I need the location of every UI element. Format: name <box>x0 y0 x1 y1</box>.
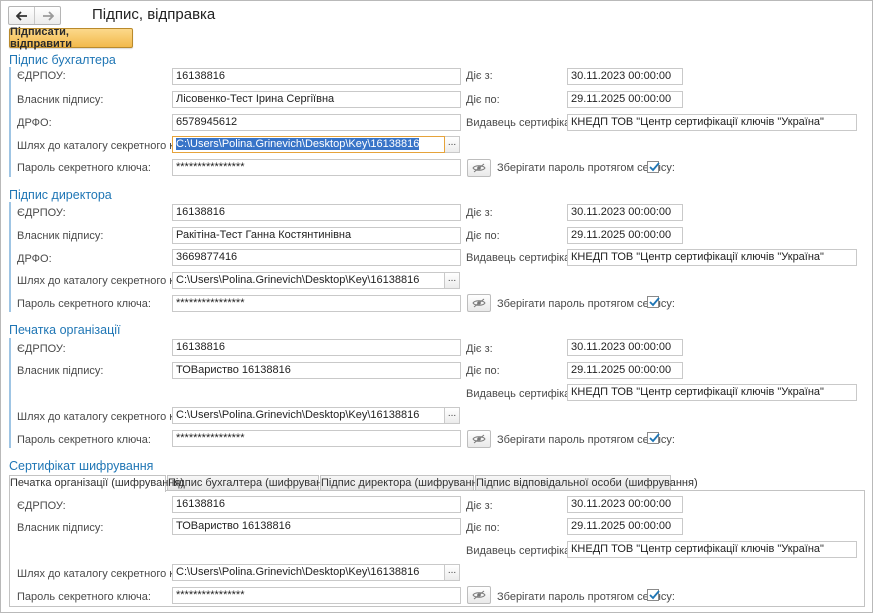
section-divider <box>9 338 11 448</box>
director-section-title: Підпис директора <box>9 188 112 202</box>
show-password-button[interactable] <box>467 159 491 177</box>
eye-hidden-icon <box>472 434 486 444</box>
save-password-checkbox[interactable] <box>647 589 660 601</box>
show-password-button[interactable] <box>467 586 491 604</box>
encryption-edrpou-field[interactable]: 16138816 <box>172 496 461 513</box>
choose-button[interactable]: ... <box>445 407 460 424</box>
director-issuer-field[interactable]: КНЕДП ТОВ "Центр сертифікації ключів "Ук… <box>567 249 857 266</box>
valid-from-label: Діє з: <box>466 500 493 512</box>
choose-button[interactable]: ... <box>445 272 460 289</box>
accountant-section-title: Підпис бухгалтера <box>9 53 116 67</box>
stamp-valid-to-field[interactable]: 29.11.2025 00:00:00 <box>567 362 683 379</box>
section-divider <box>9 67 11 177</box>
owner-label: Власник підпису: <box>17 365 104 377</box>
tab-stamp-encryption[interactable]: Печатка організації (шифрування) <box>9 475 184 492</box>
encryption-password-field[interactable]: **************** <box>172 587 461 604</box>
back-button[interactable] <box>9 7 34 24</box>
accountant-valid-to-field[interactable]: 29.11.2025 00:00:00 <box>567 91 683 108</box>
show-password-button[interactable] <box>467 294 491 312</box>
tab-responsible-person-encryption[interactable]: Підпис відповідальної особи (шифрування) <box>475 475 698 491</box>
page-title: Підпис, відправка <box>92 6 216 23</box>
eye-hidden-icon <box>472 163 486 173</box>
checkmark-icon <box>649 590 660 600</box>
stamp-valid-from-field[interactable]: 30.11.2023 00:00:00 <box>567 339 683 356</box>
forward-button[interactable] <box>34 7 60 24</box>
arrow-right-icon <box>42 10 54 21</box>
director-password-field[interactable]: **************** <box>172 295 461 312</box>
director-owner-field[interactable]: Ракітіна-Тест Ганна Костянтинівна <box>172 227 461 244</box>
valid-to-label: Діє по: <box>466 365 500 377</box>
accountant-key-path-field[interactable]: C:\Users\Polina.Grinevich\Desktop\Key\16… <box>172 136 445 153</box>
encryption-issuer-field[interactable]: КНЕДП ТОВ "Центр сертифікації ключів "Ук… <box>567 541 857 558</box>
owner-label: Власник підпису: <box>17 522 104 534</box>
choose-button[interactable]: ... <box>445 564 460 581</box>
checkmark-icon <box>649 297 660 307</box>
drfo-label: ДРФО: <box>17 117 52 129</box>
checkmark-icon <box>649 162 660 172</box>
checkmark-icon <box>649 433 660 443</box>
tab-accountant-encryption[interactable]: Підпис бухгалтера (шифрування) <box>167 475 338 491</box>
selected-text: C:\Users\Polina.Grinevich\Desktop\Key\16… <box>176 138 420 150</box>
director-key-path-field[interactable]: C:\Users\Polina.Grinevich\Desktop\Key\16… <box>172 272 445 289</box>
encryption-section-title: Сертифікат шифрування <box>9 459 154 473</box>
eye-hidden-icon <box>472 298 486 308</box>
director-valid-from-field[interactable]: 30.11.2023 00:00:00 <box>567 204 683 221</box>
choose-button[interactable]: ... <box>445 136 460 153</box>
sign-and-send-button[interactable]: Підписати, відправити <box>9 26 133 50</box>
stamp-edrpou-field[interactable]: 16138816 <box>172 339 461 356</box>
stamp-key-path-field[interactable]: C:\Users\Polina.Grinevich\Desktop\Key\16… <box>172 407 445 424</box>
valid-from-label: Діє з: <box>466 343 493 355</box>
encryption-owner-field[interactable]: ТОВариство 16138816 <box>172 518 461 535</box>
owner-label: Власник підпису: <box>17 230 104 242</box>
owner-label: Власник підпису: <box>17 94 104 106</box>
valid-from-label: Діє з: <box>466 70 493 82</box>
edrpou-label: ЄДРПОУ: <box>17 70 66 82</box>
save-password-checkbox[interactable] <box>647 296 660 308</box>
arrow-left-icon <box>15 10 27 21</box>
accountant-valid-from-field[interactable]: 30.11.2023 00:00:00 <box>567 68 683 85</box>
edrpou-label: ЄДРПОУ: <box>17 500 66 512</box>
password-label: Пароль секретного ключа: <box>17 591 151 603</box>
save-password-checkbox[interactable] <box>647 432 660 444</box>
drfo-label: ДРФО: <box>17 253 52 265</box>
valid-to-label: Діє по: <box>466 522 500 534</box>
edrpou-label: ЄДРПОУ: <box>17 343 66 355</box>
show-password-button[interactable] <box>467 430 491 448</box>
accountant-drfo-field[interactable]: 6578945612 <box>172 114 461 131</box>
encryption-valid-to-field[interactable]: 29.11.2025 00:00:00 <box>567 518 683 535</box>
section-divider <box>9 202 11 312</box>
tab-director-encryption[interactable]: Підпис директора (шифрування) <box>320 475 487 491</box>
accountant-issuer-field[interactable]: КНЕДП ТОВ "Центр сертифікації ключів "Ук… <box>567 114 857 131</box>
valid-from-label: Діє з: <box>466 207 493 219</box>
accountant-password-field[interactable]: **************** <box>172 159 461 176</box>
director-valid-to-field[interactable]: 29.11.2025 00:00:00 <box>567 227 683 244</box>
password-label: Пароль секретного ключа: <box>17 298 151 310</box>
navigation-buttons <box>8 6 61 25</box>
valid-to-label: Діє по: <box>466 94 500 106</box>
save-password-checkbox[interactable] <box>647 161 660 173</box>
password-label: Пароль секретного ключа: <box>17 162 151 174</box>
accountant-edrpou-field[interactable]: 16138816 <box>172 68 461 85</box>
encryption-valid-from-field[interactable]: 30.11.2023 00:00:00 <box>567 496 683 513</box>
valid-to-label: Діє по: <box>466 230 500 242</box>
stamp-section-title: Печатка організації <box>9 323 121 337</box>
edrpou-label: ЄДРПОУ: <box>17 207 66 219</box>
director-drfo-field[interactable]: 3669877416 <box>172 249 461 266</box>
accountant-owner-field[interactable]: Лісовенко-Тест Ірина Сергіївна <box>172 91 461 108</box>
encryption-key-path-field[interactable]: C:\Users\Polina.Grinevich\Desktop\Key\16… <box>172 564 445 581</box>
director-edrpou-field[interactable]: 16138816 <box>172 204 461 221</box>
eye-hidden-icon <box>472 590 486 600</box>
stamp-password-field[interactable]: **************** <box>172 430 461 447</box>
stamp-owner-field[interactable]: ТОВариство 16138816 <box>172 362 461 379</box>
password-label: Пароль секретного ключа: <box>17 434 151 446</box>
stamp-issuer-field[interactable]: КНЕДП ТОВ "Центр сертифікації ключів "Ук… <box>567 384 857 401</box>
